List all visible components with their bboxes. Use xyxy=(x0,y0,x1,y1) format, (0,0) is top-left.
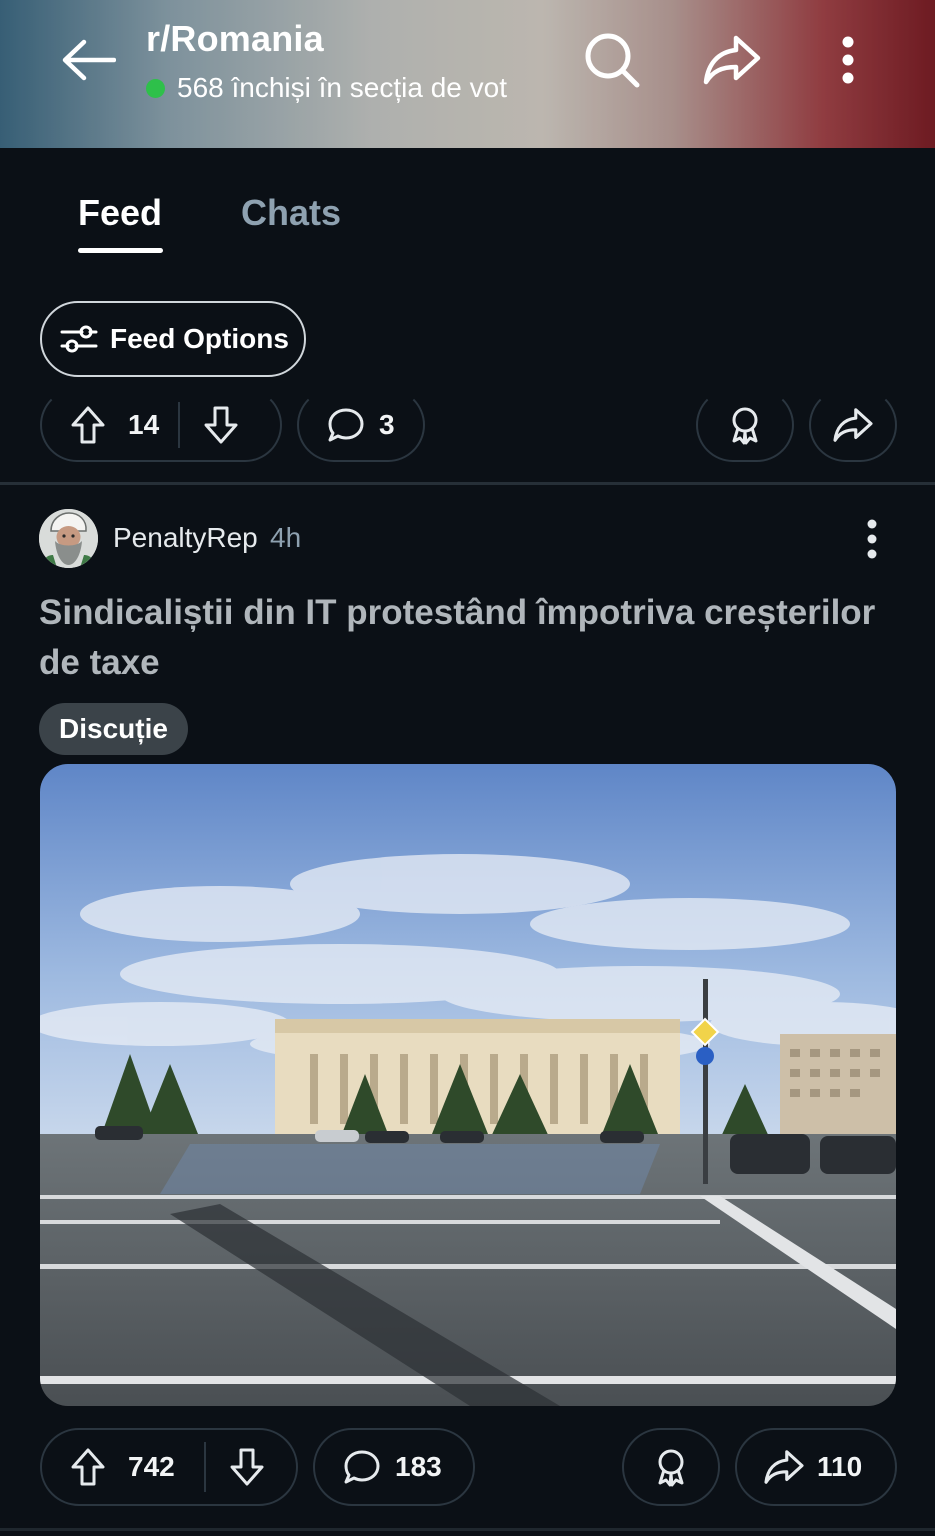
active-tab-indicator xyxy=(78,248,163,253)
post-image[interactable] xyxy=(40,764,896,1406)
prev-upvote-button[interactable] xyxy=(42,390,134,460)
online-count-text: 568 închiși în secția de vot xyxy=(177,72,507,103)
share-icon xyxy=(833,408,873,442)
prev-vote-group: 14 xyxy=(40,388,282,462)
share-icon xyxy=(764,1450,804,1484)
comment-icon xyxy=(344,1450,380,1484)
subreddit-header: r/Romania 568 închiși în secția de vot xyxy=(0,0,935,148)
tab-bar: Feed Chats xyxy=(0,148,935,268)
share-count: 110 xyxy=(817,1451,863,1482)
more-vertical-icon xyxy=(867,519,877,559)
search-icon xyxy=(585,33,640,88)
award-icon xyxy=(732,407,758,445)
more-vertical-icon xyxy=(842,36,854,84)
prev-comments-button[interactable]: 3 xyxy=(297,388,425,462)
comment-icon xyxy=(328,408,364,442)
upvote-button[interactable] xyxy=(42,1430,134,1504)
tab-feed[interactable]: Feed xyxy=(78,192,162,234)
post-photo xyxy=(40,764,896,1406)
post-title[interactable]: Sindicaliștii din IT protestând împotriv… xyxy=(39,588,899,688)
share-icon xyxy=(703,35,761,85)
vote-count: 742 xyxy=(128,1451,175,1482)
prev-award-button[interactable] xyxy=(696,388,794,462)
share-button[interactable]: 110 xyxy=(735,1428,897,1506)
more-options-button[interactable] xyxy=(818,26,878,94)
back-button[interactable] xyxy=(54,26,122,94)
online-dot-icon xyxy=(146,78,165,98)
author-avatar[interactable] xyxy=(39,509,98,568)
avatar-image xyxy=(39,509,98,568)
downvote-button[interactable] xyxy=(206,1430,288,1504)
prev-comment-count: 3 xyxy=(379,409,395,440)
online-status: 568 închiși în secția de vot xyxy=(146,72,507,104)
post-flair[interactable]: Discuție xyxy=(39,703,188,755)
upvote-icon xyxy=(71,1448,105,1486)
prev-vote-count: 14 xyxy=(128,409,160,440)
post-bottom-divider xyxy=(0,1528,935,1531)
feed-options-button[interactable]: Feed Options xyxy=(40,301,306,377)
award-button[interactable] xyxy=(622,1428,720,1506)
back-arrow-icon xyxy=(62,39,116,81)
tab-chats[interactable]: Chats xyxy=(241,192,341,234)
award-icon xyxy=(658,1449,684,1487)
comment-count: 183 xyxy=(395,1451,442,1482)
share-subreddit-button[interactable] xyxy=(697,26,767,94)
post-divider xyxy=(0,482,935,485)
prev-share-button[interactable] xyxy=(809,388,897,462)
post-more-button[interactable] xyxy=(850,510,894,568)
subreddit-name[interactable]: r/Romania xyxy=(146,18,324,60)
downvote-icon xyxy=(230,1448,264,1486)
author-name[interactable]: PenaltyRep xyxy=(113,522,258,554)
search-button[interactable] xyxy=(578,26,646,94)
post-time: 4h xyxy=(270,522,302,553)
sliders-icon xyxy=(60,325,98,353)
vote-group: 742 xyxy=(40,1428,298,1506)
feed-options-label: Feed Options xyxy=(110,323,289,354)
comments-button[interactable]: 183 xyxy=(313,1428,475,1506)
upvote-icon xyxy=(71,406,105,444)
downvote-icon xyxy=(204,406,238,444)
prev-downvote-button[interactable] xyxy=(180,390,262,460)
